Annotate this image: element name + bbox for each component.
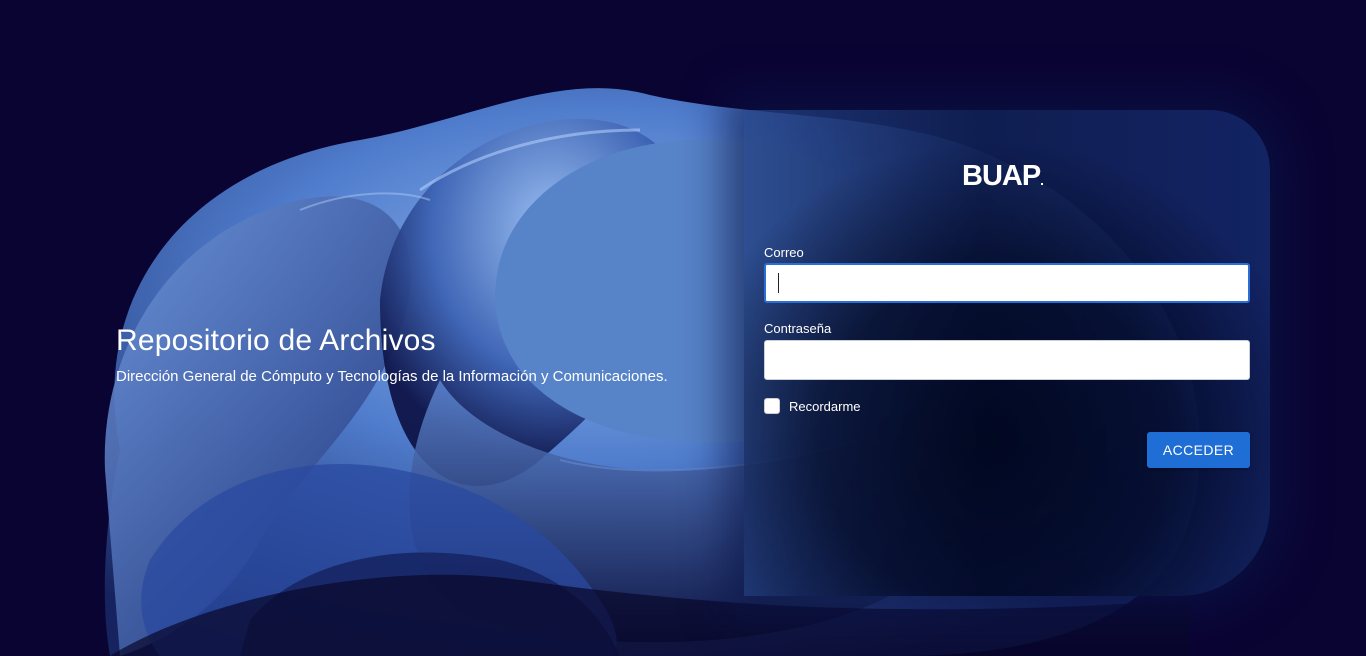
email-label: Correo [764,245,804,260]
login-panel: BUAP Correo Contraseña Recordarme ACCEDE… [744,110,1270,596]
buap-logo: BUAP [962,160,1044,193]
login-submit-button[interactable]: ACCEDER [1147,432,1250,468]
remember-me-row[interactable]: Recordarme [764,398,861,414]
page-title: Repositorio de Archivos [116,324,436,357]
email-field[interactable] [764,263,1250,303]
remember-me-checkbox[interactable] [764,398,780,414]
password-field[interactable] [764,340,1250,380]
hero-section: Repositorio de Archivos Dirección Genera… [116,324,736,385]
login-page: Repositorio de Archivos Dirección Genera… [0,0,1366,656]
password-label: Contraseña [764,321,832,336]
logo-text: BUAP [962,160,1041,192]
text-caret [778,273,779,293]
logo-dot-icon [1041,183,1044,185]
remember-me-label[interactable]: Recordarme [789,399,861,414]
page-subtitle: Dirección General de Cómputo y Tecnologí… [116,368,668,385]
